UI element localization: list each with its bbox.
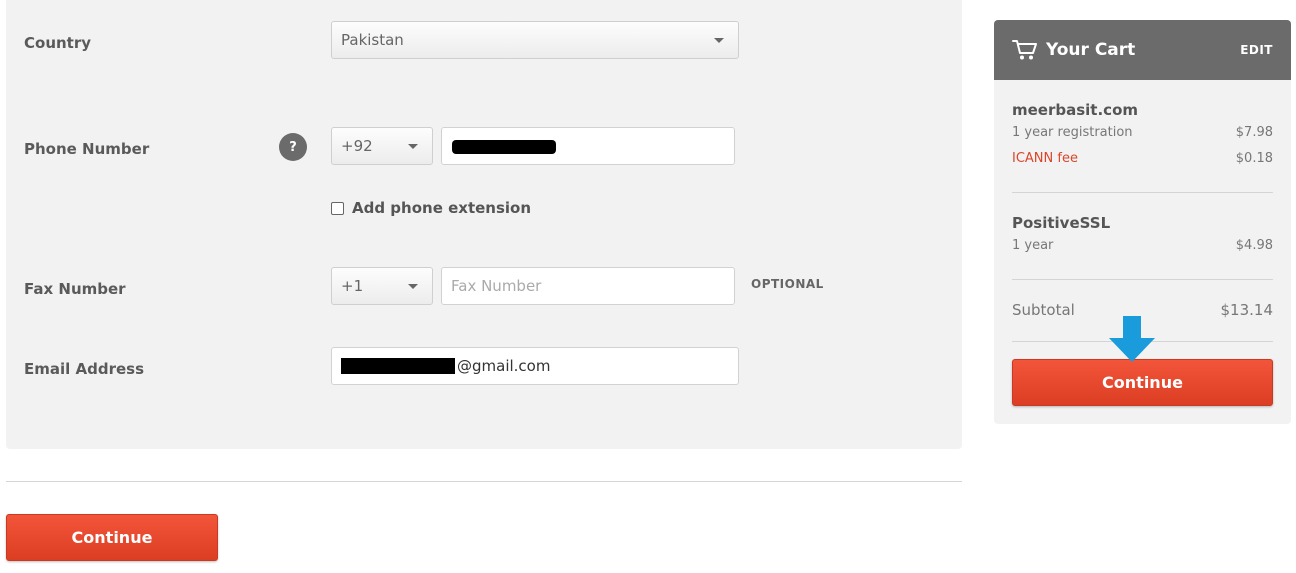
phone-number-label: Phone Number xyxy=(24,140,150,158)
fax-number-input[interactable]: Fax Number xyxy=(441,267,735,305)
cart-item-line-price: $7.98 xyxy=(1235,125,1273,140)
phone-extension-label: Add phone extension xyxy=(352,199,532,217)
phone-number-input[interactable] xyxy=(441,127,735,165)
subtotal-label: Subtotal xyxy=(1012,301,1075,319)
cart-continue-button[interactable]: Continue xyxy=(1012,359,1273,406)
cart-item-name: meerbasit.com xyxy=(1012,101,1138,119)
cart-header: Your Cart EDIT xyxy=(994,20,1291,80)
fax-number-label: Fax Number xyxy=(24,280,126,298)
caret-down-icon xyxy=(408,144,418,149)
fax-country-code-select[interactable]: +1 xyxy=(331,267,433,305)
country-select-value: Pakistan xyxy=(341,31,404,49)
fax-code-value: +1 xyxy=(341,277,364,295)
question-icon[interactable]: ? xyxy=(279,133,307,161)
caret-down-icon xyxy=(714,38,724,43)
email-address-label: Email Address xyxy=(24,360,145,378)
cart-item-line-label: 1 year registration xyxy=(1012,125,1133,140)
email-domain-text: @gmail.com xyxy=(457,357,551,375)
shopping-cart-icon xyxy=(1012,40,1037,60)
cart-divider xyxy=(1012,192,1273,193)
phone-country-code-select[interactable]: +92 xyxy=(331,127,433,165)
email-address-input[interactable]: @gmail.com xyxy=(331,347,739,385)
cart-divider xyxy=(1012,279,1273,280)
form-divider xyxy=(6,481,962,482)
continue-button[interactable]: Continue xyxy=(6,514,218,561)
down-arrow-icon xyxy=(1109,316,1155,362)
caret-down-icon xyxy=(408,284,418,289)
fax-number-placeholder: Fax Number xyxy=(451,277,542,295)
cart-item-line-price: $0.18 xyxy=(1235,151,1273,166)
icann-fee-link[interactable]: ICANN fee xyxy=(1012,151,1078,166)
redacted-phone-number xyxy=(452,140,556,154)
cart-item-line-label: 1 year xyxy=(1012,238,1054,253)
phone-extension-checkbox[interactable] xyxy=(331,201,344,215)
country-select[interactable]: Pakistan xyxy=(331,21,739,59)
phone-code-value: +92 xyxy=(341,137,373,155)
country-label: Country xyxy=(24,34,92,52)
cart-item-line-price: $4.98 xyxy=(1235,238,1273,253)
fax-optional-tag: OPTIONAL xyxy=(751,277,824,291)
redacted-email-user xyxy=(341,358,455,374)
cart-edit-link[interactable]: EDIT xyxy=(1240,43,1273,57)
cart-title: Your Cart xyxy=(1046,40,1136,60)
subtotal-value: $13.14 xyxy=(1220,301,1274,319)
phone-extension-option[interactable]: Add phone extension xyxy=(331,199,531,217)
cart-item-name: PositiveSSL xyxy=(1012,214,1111,232)
